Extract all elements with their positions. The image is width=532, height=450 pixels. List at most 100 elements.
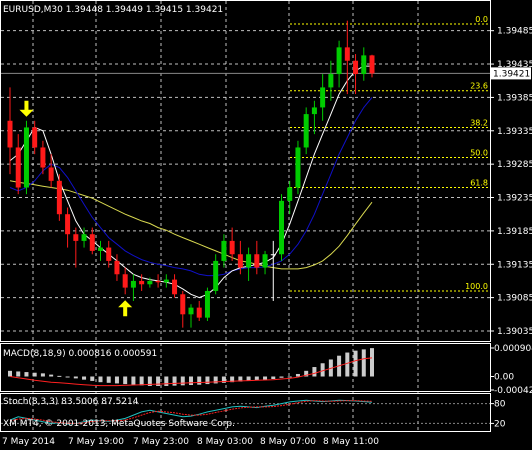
candle xyxy=(246,247,252,281)
macd-bar xyxy=(40,373,45,377)
candle xyxy=(7,87,13,175)
candle-body xyxy=(130,280,136,288)
candle-body xyxy=(353,60,359,75)
macd-bar xyxy=(139,376,144,386)
candle xyxy=(320,74,326,121)
time-tick-label: 8 May 07:00 xyxy=(260,437,316,447)
fib-level-label: 23.6 xyxy=(470,82,488,91)
candle-body xyxy=(188,307,194,315)
stoch-tick-label: 80 xyxy=(494,400,506,410)
candle-body xyxy=(344,47,350,61)
fib-level-label: 50.0 xyxy=(470,148,488,157)
candle xyxy=(204,287,210,321)
candle-body xyxy=(369,55,375,74)
candle-body xyxy=(147,280,153,285)
price-tick-label: 1.39035 xyxy=(497,327,532,337)
candle-body xyxy=(114,260,120,275)
stoch-tick-label: 20 xyxy=(494,419,506,429)
grid xyxy=(1,1,490,431)
candle-body xyxy=(246,254,252,268)
candle xyxy=(56,174,62,221)
candle-body xyxy=(172,279,178,295)
candle-body xyxy=(163,279,169,283)
candle xyxy=(98,240,103,261)
candle xyxy=(155,274,161,288)
fib-level-label: 100.0 xyxy=(465,282,488,291)
candle xyxy=(106,240,112,268)
price-chart[interactable]: 0.023.638.250.061.8100.0 1.394851.394351… xyxy=(0,0,532,450)
candle-body xyxy=(229,240,235,255)
candle-body xyxy=(139,280,145,285)
candle-body xyxy=(32,127,38,148)
candle-body xyxy=(262,254,268,268)
candle-body xyxy=(81,234,87,241)
candle xyxy=(262,250,268,275)
candle-body xyxy=(287,187,293,201)
candle-body xyxy=(213,260,219,291)
macd-bar xyxy=(90,376,95,381)
candle xyxy=(180,290,186,328)
main-panel-frame xyxy=(0,0,491,342)
candle xyxy=(328,60,334,101)
candle xyxy=(221,234,227,268)
macd-bar xyxy=(8,370,12,377)
macd-bar xyxy=(49,374,54,377)
candle-body xyxy=(40,147,46,168)
macd-bar xyxy=(172,376,177,386)
candle-body xyxy=(320,87,326,108)
down-arrow-icon xyxy=(19,100,34,117)
macd-bar xyxy=(287,376,292,378)
candle-body xyxy=(7,120,13,148)
candle-body xyxy=(279,200,284,255)
candle-body xyxy=(237,254,243,268)
candle xyxy=(114,254,120,281)
macd-bar xyxy=(114,376,119,384)
candle-body xyxy=(106,247,112,261)
price-tick-label: 1.39485 xyxy=(497,27,532,37)
time-tick-label: 8 May 11:00 xyxy=(323,437,379,447)
candle-body xyxy=(15,147,21,188)
price-tick-label: 1.39385 xyxy=(497,93,532,103)
macd-bar xyxy=(312,367,317,377)
candle-body xyxy=(295,147,301,188)
candle xyxy=(32,120,38,155)
price-tick-label: 1.39285 xyxy=(497,160,532,170)
macd-bar xyxy=(73,376,78,379)
candle xyxy=(336,40,342,88)
macd-bar xyxy=(295,373,300,377)
candle xyxy=(287,180,293,215)
fib-level-label: 61.8 xyxy=(470,179,488,188)
macd-bar xyxy=(123,376,128,385)
candlesticks xyxy=(7,20,375,328)
time-tick-label: 7 May 19:00 xyxy=(68,437,124,447)
candle-body xyxy=(56,180,62,215)
candle xyxy=(361,47,367,81)
price-tick-label: 1.39235 xyxy=(497,194,532,204)
macd-bar xyxy=(271,376,276,380)
time-tick-label: 8 May 03:00 xyxy=(197,437,253,447)
macd-bar xyxy=(205,376,210,385)
candle-body xyxy=(155,280,161,283)
candle-body xyxy=(336,47,342,75)
candle xyxy=(172,274,178,298)
candle-body xyxy=(180,294,186,315)
candle-body xyxy=(65,214,71,235)
price-tick-label: 1.39335 xyxy=(497,127,532,137)
candle-body xyxy=(196,307,202,318)
candle xyxy=(89,227,95,255)
macd-bar xyxy=(279,376,284,378)
candle-body xyxy=(221,240,227,261)
fib-level-label: 0.0 xyxy=(475,15,488,24)
macd-bar xyxy=(57,375,62,377)
time-tick-label: 7 May 23:00 xyxy=(133,437,189,447)
candle xyxy=(65,207,71,248)
macd-label: MACD(8,18,9) 0.000816 0.000591 xyxy=(3,349,157,359)
candle xyxy=(229,227,235,261)
macd-bar xyxy=(65,376,70,378)
moving-averages xyxy=(9,65,373,299)
candle xyxy=(254,240,260,275)
candle-body xyxy=(204,290,210,318)
candle-body xyxy=(48,167,54,181)
macd-bar xyxy=(370,348,374,377)
chart-window[interactable]: 0.0 23.6 38.2 50.0 61.8 100.0 1.39485 1.39435 1… xyxy=(0,0,532,450)
